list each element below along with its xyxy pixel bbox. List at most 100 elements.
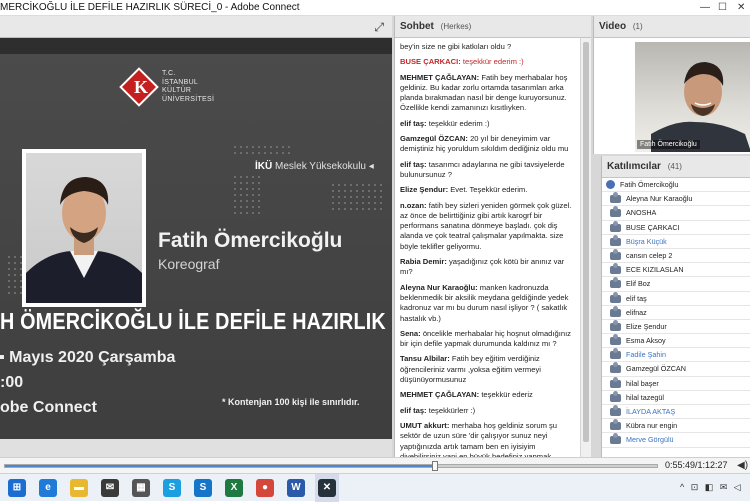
attendee-icon: [610, 305, 621, 317]
event-time: :00: [0, 374, 24, 391]
attendee-icon: [610, 220, 621, 232]
university-logo-text: T.C. İSTANBUL KÜLTÜR ÜNİVERSİTESİ: [162, 70, 215, 103]
playback-seek-handle[interactable]: [432, 461, 438, 471]
chat-message: elif taş: tasarımcı adaylarına ne gibi t…: [400, 160, 576, 181]
system-tray[interactable]: ^ ⊡ ◧ ✉ ◁: [680, 482, 743, 493]
attendee-name: elif taş: [626, 293, 647, 303]
attendee-row[interactable]: Gamzegül ÖZCAN: [602, 362, 750, 377]
attendee-icon: [610, 234, 621, 246]
webcam-video[interactable]: Fatih Ömercikoğlu: [635, 42, 750, 152]
attendee-row[interactable]: cansın celep 2: [602, 248, 750, 264]
chat-sender: Gamzegül ÖZCAN:: [400, 134, 468, 144]
attendee-name: Merve Görgülü: [626, 435, 674, 445]
event-platform: obe Connect: [0, 399, 97, 416]
chat-message: Aleyna Nur Karaoğlu: manken kadronuzda b…: [400, 283, 576, 324]
chat-message: elif taş: teşekkür ederim :): [400, 119, 576, 129]
attendee-row[interactable]: Elif Boz: [602, 277, 750, 292]
attendee-icon: [610, 362, 621, 374]
speaker-photo: [26, 153, 142, 303]
chat-message: n.ozan: fatih bey sizleri yeniden görmek…: [400, 201, 576, 252]
attendee-row[interactable]: BUSE ÇARKACI: [602, 220, 750, 235]
chat-text: bey'in size ne gibi katkıları oldu ?: [400, 42, 512, 51]
chat-sender: Aleyna Nur Karaoğlu:: [400, 282, 478, 292]
attendee-row[interactable]: Esma Aksoy: [602, 334, 750, 349]
playback-seek-track[interactable]: [4, 461, 658, 471]
adobe-connect-icon[interactable]: ✕: [318, 479, 336, 497]
chat-sender: Elize Şendur:: [400, 185, 449, 195]
event-date: ▪ Mayıs 2020 Çarşamba: [0, 349, 176, 366]
chat-sender: UMUT akkurt:: [400, 420, 450, 430]
mail-icon[interactable]: ✉: [101, 479, 119, 497]
attendee-name: Esma Aksoy: [626, 336, 666, 346]
skype-business-icon[interactable]: S: [194, 479, 212, 497]
attendee-name: İLAYDA AKTAŞ: [626, 407, 676, 416]
attendee-row[interactable]: hilal tazegül: [602, 390, 750, 405]
chat-message: Elize Şendur: Evet. Teşekkür ederim.: [400, 185, 576, 195]
video-caption: Fatih Ömercikoğlu: [637, 140, 700, 149]
chat-sender: n.ozan:: [400, 200, 427, 210]
file-explorer-icon[interactable]: ▬: [70, 479, 88, 497]
attendee-icon: [610, 348, 621, 360]
attendee-row[interactable]: ANOSHA: [602, 206, 750, 221]
chat-text: teşekkür ederim :): [428, 118, 490, 128]
chat-sender: elif taş:: [400, 405, 427, 415]
attendee-row[interactable]: Merve Görgülü: [602, 433, 750, 448]
chat-sender: MEHMET ÇAĞLAYAN:: [400, 390, 480, 400]
attendee-icon: [610, 263, 621, 275]
attendee-row[interactable]: hilal başer: [602, 376, 750, 391]
calculator-icon[interactable]: ▦: [132, 479, 150, 497]
chrome-icon[interactable]: ●: [256, 479, 274, 497]
chat-text: Evet. Teşekkür ederim.: [450, 185, 528, 195]
presentation-slide: K T.C. İSTANBUL KÜLTÜR ÜNİVERSİTESİ İKÜ …: [0, 54, 392, 439]
excel-icon[interactable]: X: [225, 479, 243, 497]
attendee-name: Elif Boz: [626, 279, 651, 289]
attendee-row[interactable]: Büşra Küçük: [602, 234, 750, 249]
school-label: İKÜ Meslek Yüksekokulu ◂: [255, 161, 374, 172]
attendee-row[interactable]: ECE KIZILASLAN: [602, 263, 750, 278]
chat-message: Sena: öncelikle merhabalar hiç hoşnut ol…: [400, 329, 576, 350]
attendee-row[interactable]: Elize Şendur: [602, 319, 750, 335]
chat-pod-header: Sohbet (Herkes): [395, 16, 591, 38]
chat-audience[interactable]: (Herkes): [441, 22, 472, 31]
attendee-row[interactable]: Kübra nur engin: [602, 419, 750, 434]
attendee-icon: [610, 334, 621, 346]
share-pod: ⤢ K T.C. İSTANBUL KÜLTÜR ÜNİVERSİTESİ İK…: [0, 16, 392, 457]
minimize-icon[interactable]: —: [700, 0, 710, 15]
share-pod-header: ⤢: [0, 16, 392, 38]
attendee-name: Fadile Şahin: [626, 350, 666, 360]
fullscreen-icon[interactable]: ⤢: [374, 20, 384, 35]
attendees-count: (41): [667, 162, 682, 171]
close-icon[interactable]: ✕: [737, 0, 745, 15]
attendee-name: Elize Şendur: [626, 321, 667, 331]
attendee-name: hilal tazegül: [626, 392, 664, 402]
attendee-icon: [610, 277, 621, 289]
playback-progress-fill: [5, 465, 435, 467]
chat-sender: Sena:: [400, 328, 421, 338]
windows-start-icon[interactable]: ⊞: [8, 479, 26, 497]
skype-icon[interactable]: S: [163, 479, 181, 497]
window-title: MERCİKOĞLU İLE DEFİLE HAZIRLIK SÜRECİ_0 …: [0, 2, 300, 13]
chat-message: Rabia Demir: yaşadığınız çok kötü bir an…: [400, 257, 576, 278]
edge-icon[interactable]: e: [39, 479, 57, 497]
chat-text: teşekkürlerr :): [428, 405, 476, 415]
recording-playback-bar: 0:55:49/1:12:27 ◀): [0, 457, 750, 473]
adobe-connect-room: ⤢ K T.C. İSTANBUL KÜLTÜR ÜNİVERSİTESİ İK…: [0, 16, 750, 457]
attendee-icon: [610, 390, 621, 402]
maximize-icon[interactable]: ☐: [718, 0, 727, 15]
chat-text: öncelikle merhabalar hiç hoşnut olmadığı…: [400, 328, 571, 349]
attendee-row[interactable]: İLAYDA AKTAŞ: [602, 405, 750, 420]
attendee-row[interactable]: elif taş: [602, 291, 750, 306]
attendee-row[interactable]: Fadile Şahin: [602, 348, 750, 363]
chat-scrollbar[interactable]: [580, 38, 591, 457]
attendee-icon: [610, 376, 621, 388]
attendee-row[interactable]: elifnaz: [602, 305, 750, 320]
word-icon[interactable]: W: [287, 479, 305, 497]
window-title-bar: MERCİKOĞLU İLE DEFİLE HAZIRLIK SÜRECİ_0 …: [0, 0, 750, 16]
attendee-icon: [610, 248, 621, 260]
chat-message: Tansu Albilar: Fatih bey eğitim verdiğin…: [400, 354, 576, 385]
attendee-row[interactable]: Aleyna Nur Karaoğlu: [602, 192, 750, 207]
attendee-name: cansın celep 2: [626, 250, 673, 260]
volume-icon[interactable]: ◀): [737, 460, 748, 471]
host-row[interactable]: Fatih Ömercikoğlu: [602, 178, 750, 193]
chat-message: Gamzegül ÖZCAN: 20 yıl bir deneyimim var…: [400, 134, 576, 155]
